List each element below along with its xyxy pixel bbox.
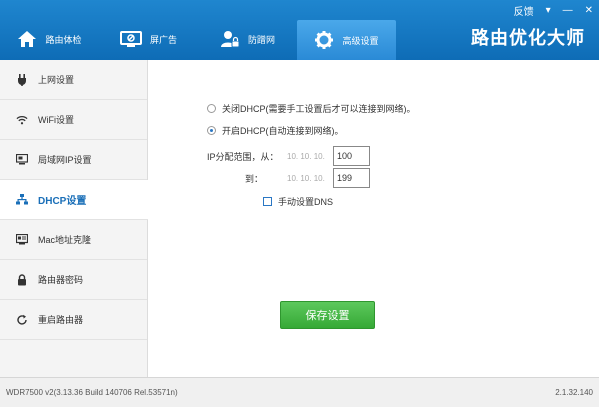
user-lock-icon — [220, 29, 240, 49]
dhcp-on-radio[interactable] — [207, 126, 216, 135]
manual-dns-checkbox[interactable] — [263, 197, 272, 206]
main-nav: 路由体检 屏广告 防蹭网 高级设置 — [0, 20, 396, 60]
dhcp-settings-panel: 关闭DHCP(需要手工设置后才可以连接到网络)。 开启DHCP(自动连接到网络)… — [149, 60, 599, 377]
plug-icon — [16, 73, 28, 86]
dhcp-on-label[interactable]: 开启DHCP(自动连接到网络)。 — [222, 124, 344, 137]
tab-label: 路由体检 — [45, 34, 82, 45]
app-version: 2.1.32.140 — [555, 388, 593, 397]
house-icon — [17, 30, 37, 48]
restart-icon — [16, 314, 28, 326]
tab-label: 屏广告 — [149, 34, 177, 45]
sidebar-item-lan-ip-settings[interactable]: 局域网IP设置 — [0, 140, 147, 180]
app-brand: 路由优化大师 — [471, 28, 585, 48]
sidebar-item-router-password[interactable]: 路由器密码 — [0, 260, 147, 300]
lan-monitor-icon — [16, 154, 28, 166]
manual-dns-option: 手动设置DNS — [263, 195, 333, 208]
tab-ad-block[interactable]: 屏广告 — [99, 20, 198, 58]
ip-range-start-row: IP分配范围，从： 10. 10. 10. — [207, 146, 370, 166]
sidebar-item-internet-settings[interactable]: 上网设置 — [0, 60, 147, 100]
ip-range-start-input[interactable] — [333, 146, 370, 166]
sidebar-item-label: 局域网IP设置 — [38, 155, 92, 165]
firmware-version: WDR7500 v2(3.13.36 Build 140706 Rel.5357… — [6, 388, 178, 397]
sidebar-item-label: 上网设置 — [38, 75, 75, 85]
sidebar-item-label: 路由器密码 — [38, 275, 84, 285]
monitor-icon — [119, 30, 142, 48]
dhcp-on-option: 开启DHCP(自动连接到网络)。 — [207, 124, 344, 137]
sidebar-item-dhcp-settings[interactable]: DHCP设置 — [0, 180, 148, 220]
gear-icon — [314, 30, 334, 50]
save-settings-button[interactable]: 保存设置 — [280, 301, 375, 329]
ip-range-end-input[interactable] — [333, 168, 370, 188]
sidebar-item-restart-router[interactable]: 重启路由器 — [0, 300, 147, 340]
sidebar-item-wifi-settings[interactable]: WiFi设置 — [0, 100, 147, 140]
network-tree-icon — [16, 194, 28, 206]
dhcp-off-label[interactable]: 关闭DHCP(需要手工设置后才可以连接到网络)。 — [222, 102, 416, 115]
sidebar-item-label: DHCP设置 — [38, 196, 87, 207]
wifi-icon — [16, 114, 28, 126]
sidebar-item-label: WiFi设置 — [38, 115, 74, 125]
sidebar-item-label: Mac地址克隆 — [38, 235, 92, 245]
sidebar-item-mac-clone[interactable]: Mac地址克隆 — [0, 220, 147, 260]
minimize-icon[interactable]: — — [563, 5, 573, 16]
title-bar: 反馈 ▾ — ✕ 路由体检 屏广告 防蹭网 高级设置 路由优化大师 — [0, 0, 599, 60]
tab-anti-leech[interactable]: 防蹭网 — [198, 20, 297, 58]
dhcp-off-option: 关闭DHCP(需要手工设置后才可以连接到网络)。 — [207, 102, 416, 115]
ip-prefix-end: 10. 10. 10. — [287, 173, 325, 183]
sidebar-item-label: 重启路由器 — [38, 315, 84, 325]
tab-label: 高级设置 — [342, 35, 379, 46]
tab-router-checkup[interactable]: 路由体检 — [0, 20, 99, 58]
close-icon[interactable]: ✕ — [585, 5, 593, 16]
feedback-link[interactable]: 反馈 — [514, 3, 534, 18]
window-controls: 反馈 ▾ — ✕ — [514, 3, 593, 18]
manual-dns-label[interactable]: 手动设置DNS — [278, 195, 333, 208]
ip-prefix-start: 10. 10. 10. — [287, 151, 325, 161]
dhcp-off-radio[interactable] — [207, 104, 216, 113]
status-bar: WDR7500 v2(3.13.36 Build 140706 Rel.5357… — [0, 377, 599, 407]
tab-advanced-settings[interactable]: 高级设置 — [297, 20, 396, 60]
menu-dropdown-icon[interactable]: ▾ — [546, 5, 551, 16]
ip-range-from-label: IP分配范围，从： — [207, 151, 279, 162]
mac-card-icon — [16, 234, 28, 246]
lock-icon — [16, 273, 28, 286]
sidebar: 上网设置 WiFi设置 局域网IP设置 DHCP设置 Mac地址克隆 路由器密码 — [0, 60, 148, 377]
ip-range-to-label: 到： — [244, 173, 263, 184]
tab-label: 防蹭网 — [247, 34, 275, 45]
ip-range-end-row: 到： 10. 10. 10. — [207, 168, 370, 188]
